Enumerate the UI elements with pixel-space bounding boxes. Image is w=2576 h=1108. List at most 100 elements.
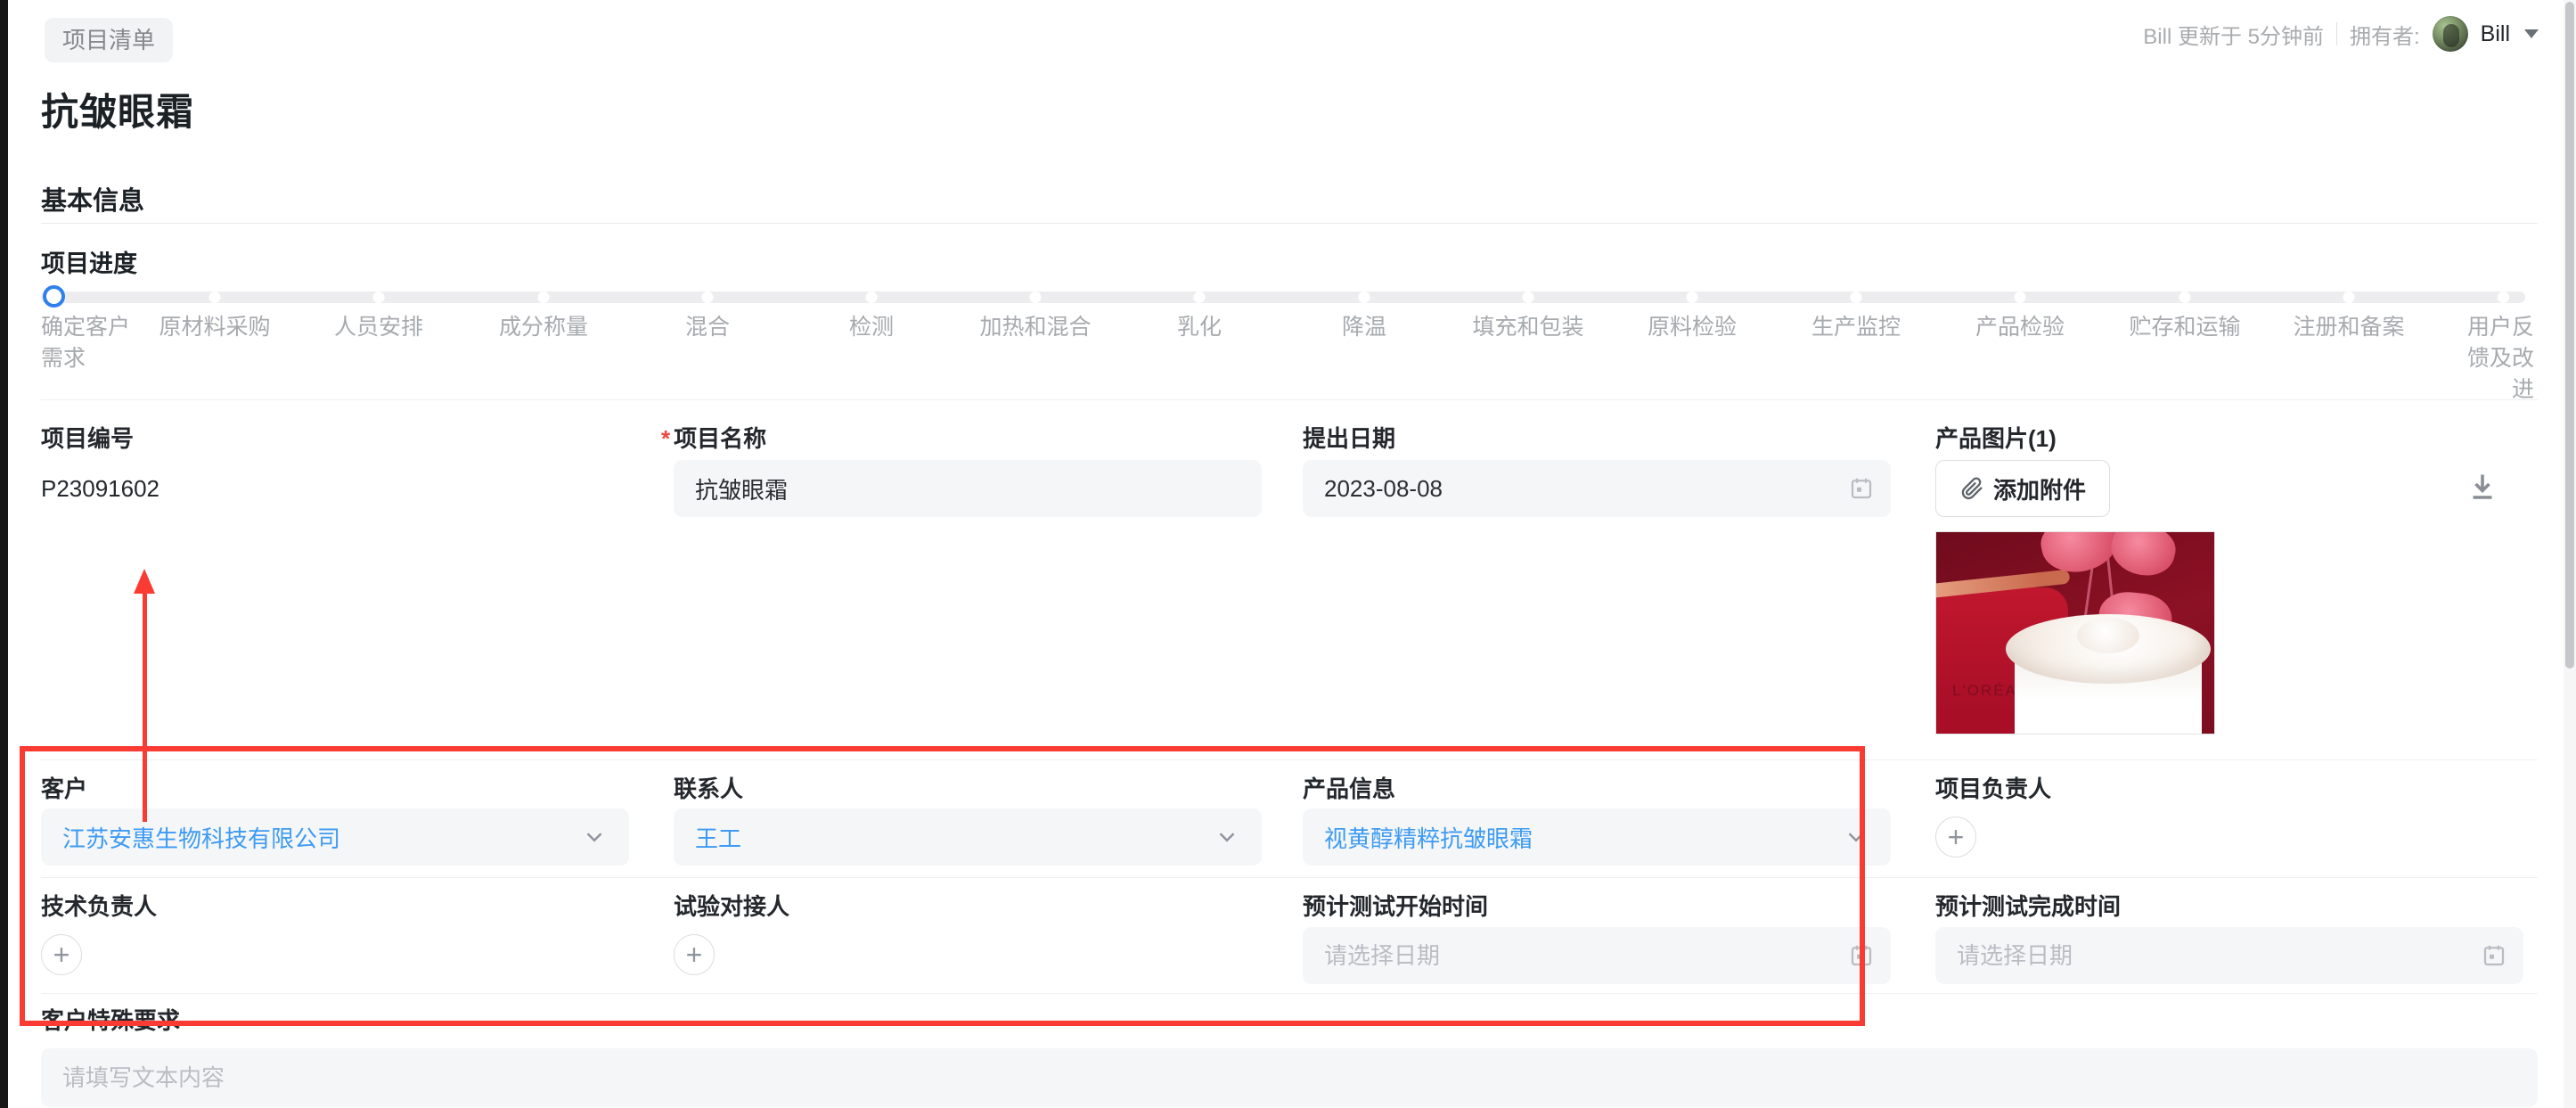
product-info-label: 产品信息 — [1303, 776, 1396, 802]
stepper-dot[interactable] — [1029, 291, 1042, 303]
test-liaison-label: 试验对接人 — [674, 893, 790, 920]
updated-status: Bill 更新于 5分钟前 — [2143, 24, 2324, 49]
calendar-icon — [2481, 942, 2507, 969]
product-info-select[interactable]: 视黄醇精粹抗皱眼霜 — [1303, 808, 1891, 866]
customer-label: 客户 — [41, 776, 88, 802]
stepper-step-16[interactable]: 用户反馈及改进 — [2449, 285, 2534, 406]
required-asterisk: * — [661, 425, 671, 452]
owner-caret-down-icon[interactable] — [2524, 29, 2539, 38]
page-title: 抗皱眼霜 — [41, 91, 195, 133]
owner-name: Bill — [2480, 21, 2510, 46]
product-info-value: 视黄醇精粹抗皱眼霜 — [1324, 825, 1533, 852]
stepper-step-2[interactable]: 原材料采购 — [133, 285, 297, 343]
stepper-step-5[interactable]: 混合 — [626, 285, 789, 343]
special-requirements-input[interactable] — [41, 1048, 2538, 1107]
plus-icon: + — [685, 939, 703, 971]
stepper-dot[interactable] — [209, 291, 221, 303]
section-title-basic-info: 基本信息 — [41, 187, 145, 216]
stepper-step-8[interactable]: 乳化 — [1117, 285, 1281, 343]
stepper-active-dot[interactable] — [43, 285, 65, 308]
tech-owner-label: 技术负责人 — [41, 893, 158, 920]
stepper-step-11[interactable]: 原料检验 — [1610, 285, 1774, 343]
project-name-input[interactable] — [674, 460, 1262, 517]
stepper-step-4[interactable]: 成分称量 — [462, 285, 626, 343]
stepper-step-7[interactable]: 加热和混合 — [953, 285, 1117, 343]
cream-swirl-shape — [2077, 618, 2139, 653]
chevron-down-icon — [1848, 833, 1864, 842]
progress-field-label: 项目进度 — [41, 250, 137, 277]
stepper-dot[interactable] — [1686, 291, 1698, 303]
download-icon — [2473, 474, 2492, 499]
paperclip-icon — [1961, 477, 1983, 500]
stepper-step-14[interactable]: 贮存和运输 — [2103, 285, 2267, 343]
customer-select[interactable]: 江苏安惠生物科技有限公司 — [41, 808, 629, 866]
row-divider — [41, 993, 2538, 994]
stepper-dot[interactable] — [1850, 291, 1862, 303]
stepper-dot[interactable] — [1193, 291, 1206, 303]
add-attachment-button[interactable]: 添加附件 — [1935, 460, 2110, 517]
stepper-step-6[interactable]: 检测 — [789, 285, 953, 343]
owner-avatar[interactable] — [2432, 16, 2468, 52]
calendar-icon — [1848, 942, 1875, 969]
chevron-down-icon — [586, 833, 602, 842]
row-divider — [41, 399, 2538, 400]
stepper-dot[interactable] — [1358, 291, 1370, 303]
stepper-dot[interactable] — [701, 291, 714, 303]
add-attachment-label: 添加附件 — [1992, 476, 2086, 504]
project-detail-page: 项目清单 Bill 更新于 5分钟前 拥有者: Bill 抗皱眼霜 基本信息 项… — [0, 0, 2576, 1108]
contact-label: 联系人 — [674, 776, 744, 802]
propose-date-field[interactable] — [1303, 460, 1891, 517]
test-end-date-input[interactable] — [1935, 927, 2523, 984]
row-divider — [41, 759, 2538, 760]
add-project-owner-button[interactable]: + — [1935, 817, 1976, 858]
owner-label: 拥有者: — [2349, 24, 2420, 49]
test-start-label: 预计测试开始时间 — [1303, 893, 1489, 920]
stepper-step-3[interactable]: 人员安排 — [297, 285, 461, 343]
back-tag-label: 项目清单 — [62, 27, 156, 53]
stepper-dot[interactable] — [865, 291, 878, 303]
stepper-step-1[interactable]: 确定客户需求 — [41, 285, 130, 374]
project-name-label: * 项目名称 — [661, 425, 767, 452]
project-no-label: 项目编号 — [41, 425, 135, 452]
brand-embossing: L'ORÉA — [1952, 682, 2017, 699]
topbar-right: Bill 更新于 5分钟前 拥有者: Bill — [2143, 12, 2539, 55]
customer-value: 江苏安惠生物科技有限公司 — [62, 825, 341, 852]
product-image-thumbnail[interactable]: L'ORÉA — [1935, 531, 2215, 735]
product-image-label: 产品图片(1) — [1935, 425, 2057, 452]
download-attachments-button[interactable] — [2466, 471, 2498, 503]
topbar-divider — [2335, 22, 2337, 45]
stepper-dot[interactable] — [2343, 291, 2355, 303]
stepper-step-9[interactable]: 降温 — [1282, 285, 1446, 343]
annotation-arrow-line — [143, 590, 147, 822]
test-start-field[interactable] — [1303, 927, 1891, 984]
test-start-date-input[interactable] — [1303, 927, 1891, 984]
test-end-field[interactable] — [1935, 927, 2523, 984]
stepper-step-10[interactable]: 填充和包装 — [1446, 285, 1610, 343]
stepper-step-12[interactable]: 生产监控 — [1774, 285, 1938, 343]
special-requirements-label: 客户特殊要求 — [41, 1007, 181, 1034]
leaf-shape — [2106, 532, 2180, 582]
section-divider — [41, 223, 2538, 224]
stepper-dot[interactable] — [2498, 291, 2509, 303]
project-no-value: P23091602 — [41, 475, 160, 502]
add-test-liaison-button[interactable]: + — [674, 934, 715, 975]
stepper-dot[interactable] — [372, 291, 385, 303]
plus-icon: + — [53, 939, 70, 971]
stepper-step-13[interactable]: 产品检验 — [1938, 285, 2102, 343]
scrollbar-thumb[interactable] — [2565, 2, 2574, 669]
calendar-icon — [1848, 475, 1875, 502]
contact-select[interactable]: 王工 — [674, 808, 1262, 866]
row-divider — [41, 877, 2538, 878]
contact-value: 王工 — [695, 825, 742, 852]
stepper-dot[interactable] — [2179, 291, 2191, 303]
stepper-dot[interactable] — [537, 291, 550, 303]
plus-icon: + — [1947, 821, 1965, 853]
stepper-dot[interactable] — [2014, 291, 2026, 303]
back-to-project-list-button[interactable]: 项目清单 — [45, 18, 174, 62]
left-edge-strip — [0, 0, 8, 1108]
stepper-dot[interactable] — [1522, 291, 1534, 303]
propose-date-input[interactable] — [1303, 460, 1891, 517]
add-tech-owner-button[interactable]: + — [41, 934, 82, 975]
stepper-step-15[interactable]: 注册和备案 — [2267, 285, 2431, 343]
test-end-label: 预计测试完成时间 — [1935, 893, 2122, 920]
